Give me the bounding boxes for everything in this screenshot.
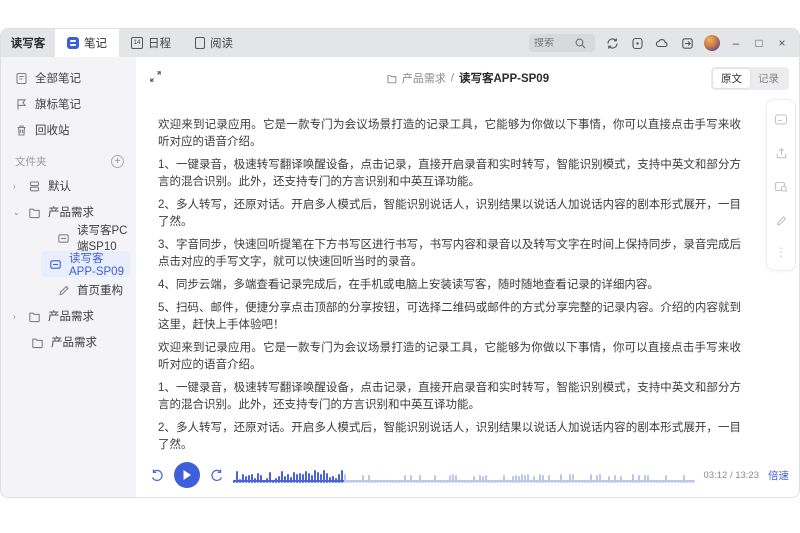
total-time: 13:23 — [735, 470, 759, 481]
folder-icon — [31, 336, 44, 349]
toggle-record-button[interactable]: 记录 — [750, 69, 787, 88]
sidebar-item-trash[interactable]: 回收站 — [1, 117, 136, 143]
expand-icon[interactable] — [149, 70, 162, 88]
chevron-down-icon: ⌄ — [13, 208, 21, 217]
waveform-baseline — [233, 480, 695, 482]
collection-icon — [28, 180, 41, 193]
default-folder-label: 默认 — [48, 178, 71, 194]
folders-section-header: 文件夹 + — [1, 149, 136, 173]
close-button[interactable]: × — [775, 36, 789, 50]
sidebar-folder-product-3[interactable]: 产品需求 — [1, 329, 136, 355]
book-icon — [195, 37, 205, 49]
folder2-label: 产品需求 — [48, 308, 94, 324]
audio-player: 03:12 / 13:23 倍速 — [150, 461, 789, 489]
sidebar-folder-product-2[interactable]: › 产品需求 — [1, 303, 136, 329]
user-avatar[interactable] — [704, 35, 720, 51]
note-card-icon — [49, 258, 62, 271]
folder-icon — [28, 310, 41, 323]
paragraph: 1、一键录音，极速转写翻译唤醒设备，点击记录，直接开启录音和实时转写，智能识别模… — [158, 157, 741, 191]
app-name: 读写客 — [1, 35, 55, 51]
paragraph: 欢迎来到记录应用。它是一款专门为会议场景打造的记录工具，它能够为你做以下事情，你… — [158, 340, 741, 374]
cloud-icon[interactable] — [654, 35, 670, 51]
view-toggle: 原文 记录 — [711, 67, 789, 90]
breadcrumb: 产品需求 / 读写客APP-SP09 — [386, 70, 549, 86]
tab-schedule[interactable]: 14 日程 — [119, 29, 183, 57]
sidebar-note-app-selected[interactable]: 读写客APP-SP09 — [41, 251, 130, 277]
note-body: 欢迎来到记录应用。它是一款专门为会议场景打造的记录工具，它能够为你做以下事情，你… — [136, 97, 799, 454]
time-separator: / — [730, 470, 733, 481]
paragraph: 2、多人转写，还原对话。开启多人模式后，智能识别说话人，识别结果以说话人加说话内… — [158, 197, 741, 231]
folder1-label: 产品需求 — [48, 204, 94, 220]
time-display: 03:12 / 13:23 — [704, 470, 759, 481]
note-icon — [15, 72, 28, 85]
titlebar: 读写客 笔记 14 日程 阅读 — [1, 29, 799, 57]
sidebar-note-home[interactable]: 首页重构 — [1, 277, 136, 303]
add-folder-icon[interactable]: + — [111, 155, 124, 168]
breadcrumb-separator: / — [451, 72, 454, 84]
minimize-button[interactable]: – — [729, 36, 743, 50]
current-time: 03:12 — [704, 470, 728, 481]
main-panel: 产品需求 / 读写客APP-SP09 原文 记录 ⋮ 欢迎来到记录应用。它 — [136, 57, 799, 498]
folder3-label: 产品需求 — [51, 334, 97, 350]
waveform-seekbar[interactable] — [233, 467, 695, 483]
chevron-right-icon: › — [13, 312, 21, 321]
search-icon — [574, 37, 586, 49]
trash-icon — [15, 124, 28, 137]
export-icon[interactable] — [679, 35, 695, 51]
tab-notes[interactable]: 笔记 — [55, 29, 119, 57]
sidebar: 全部笔记 旗标笔记 回收站 文件夹 + › — [1, 57, 136, 498]
folder-icon — [28, 206, 41, 219]
titlebar-actions: – □ × — [529, 34, 799, 52]
trash-label: 回收站 — [35, 122, 70, 138]
sync-icon[interactable] — [604, 35, 620, 51]
paragraph: 4、同步云端，多端查看记录完成后，在手机或电脑上安装读写客，随时随地查看记录的详… — [158, 277, 741, 294]
sidebar-folder-default[interactable]: › 默认 — [1, 173, 136, 199]
search-input[interactable] — [534, 38, 570, 49]
paragraph: 5、扫码、邮件，便捷分享点击顶部的分享按钮，可选择二维码或邮件的方式分享完整的记… — [158, 300, 741, 334]
calendar-icon: 14 — [131, 37, 143, 49]
maximize-button[interactable]: □ — [752, 36, 766, 50]
playback-speed-button[interactable]: 倍速 — [768, 468, 789, 483]
toggle-original-button[interactable]: 原文 — [713, 69, 750, 88]
app-window: 读写客 笔记 14 日程 阅读 — [0, 28, 800, 498]
forward-icon[interactable] — [209, 468, 224, 483]
tab-schedule-label: 日程 — [148, 35, 171, 51]
paragraph: 3、字音同步，快速回听提笔在下方书写区进行书写，书写内容和录音以及转写文字在时间… — [158, 237, 741, 271]
play-button[interactable] — [174, 462, 200, 488]
device-record-icon[interactable] — [629, 35, 645, 51]
note-card-icon — [57, 232, 70, 245]
paragraph: 2、多人转写，还原对话。开启多人模式后，智能识别说话人，识别结果以说话人加说话内… — [158, 420, 741, 454]
note-title: 读写客APP-SP09 — [459, 70, 549, 86]
sidebar-item-flagged-notes[interactable]: 旗标笔记 — [1, 91, 136, 117]
search-doc-icon[interactable] — [774, 180, 788, 193]
more-icon[interactable]: ⋮ — [775, 247, 787, 257]
folder-icon — [386, 73, 397, 84]
edit-icon[interactable] — [775, 214, 788, 227]
all-notes-label: 全部笔记 — [35, 70, 81, 86]
search-box[interactable] — [529, 34, 595, 52]
paragraph: 1、一键录音，极速转写翻译唤醒设备，点击记录，直接开启录音和实时转写，智能识别模… — [158, 380, 741, 414]
play-icon — [182, 469, 192, 481]
tab-notes-label: 笔记 — [84, 35, 107, 51]
notes-icon — [67, 37, 79, 49]
tab-reading-label: 阅读 — [210, 35, 233, 51]
sidebar-note-pc[interactable]: 读写客PC端SP10 — [1, 225, 136, 251]
folders-label: 文件夹 — [15, 154, 47, 169]
share-icon[interactable] — [775, 147, 788, 160]
card-icon[interactable] — [774, 113, 788, 126]
breadcrumb-folder[interactable]: 产品需求 — [402, 70, 446, 86]
note-home-label: 首页重构 — [77, 282, 123, 298]
flag-icon — [15, 98, 28, 111]
note-side-toolbar: ⋮ — [766, 99, 796, 271]
rewind-icon[interactable] — [150, 468, 165, 483]
chevron-right-icon: › — [13, 182, 21, 191]
paragraph: 欢迎来到记录应用。它是一款专门为会议场景打造的记录工具，它能够为你做以下事情，你… — [158, 117, 741, 151]
pencil-icon — [57, 284, 70, 297]
sidebar-item-all-notes[interactable]: 全部笔记 — [1, 65, 136, 91]
note-header: 产品需求 / 读写客APP-SP09 原文 记录 — [136, 57, 799, 97]
note-app-label: 读写客APP-SP09 — [69, 250, 130, 278]
flagged-notes-label: 旗标笔记 — [35, 96, 81, 112]
tab-reading[interactable]: 阅读 — [183, 29, 245, 57]
